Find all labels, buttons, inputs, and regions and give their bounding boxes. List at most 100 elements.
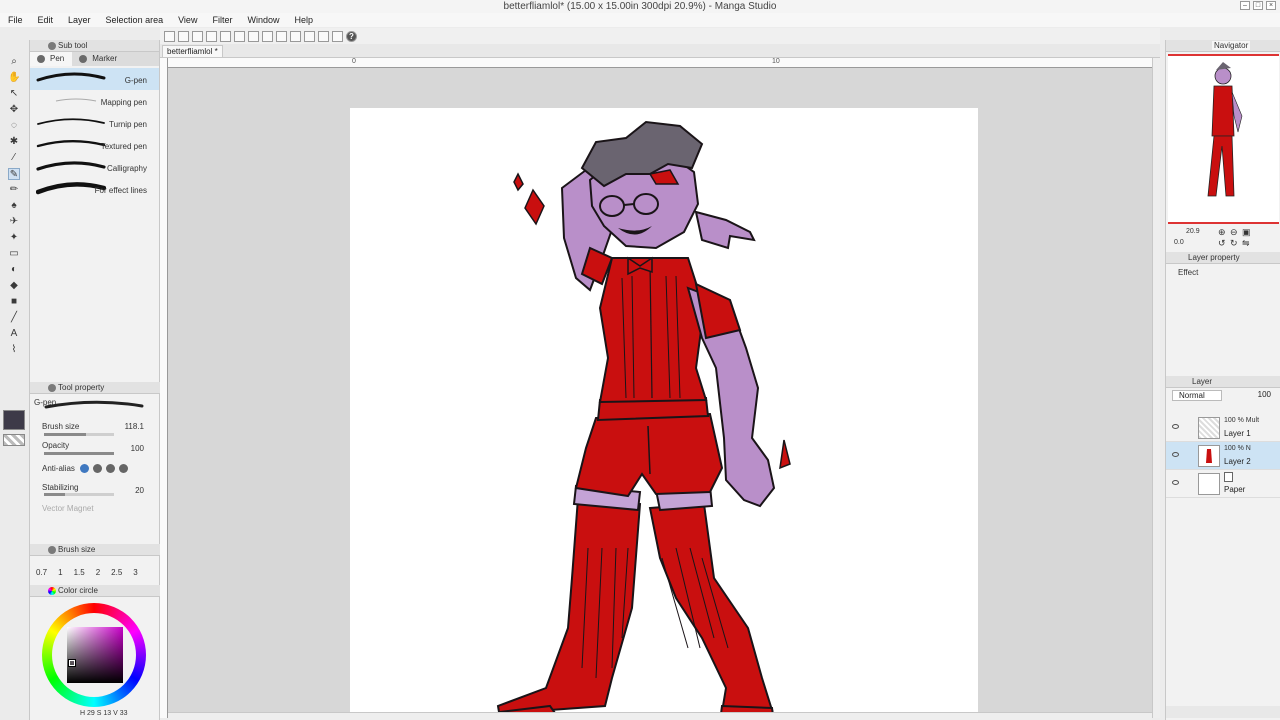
brush-tool-icon[interactable]: ♠ [8, 200, 20, 212]
undo-icon[interactable] [248, 30, 259, 42]
document-tab[interactable]: betterfliamlol * [162, 45, 223, 57]
clear-icon[interactable] [290, 30, 301, 42]
antialias-none-icon[interactable] [80, 464, 89, 473]
menu-edit[interactable]: Edit [38, 15, 54, 25]
main-color-swatch[interactable] [3, 410, 25, 430]
close-icon[interactable]: × [1266, 1, 1276, 10]
antialias-medium-icon[interactable] [106, 464, 115, 473]
visibility-eye-icon[interactable] [1172, 452, 1179, 457]
menu-layer[interactable]: Layer [68, 15, 91, 25]
paste-icon[interactable] [220, 30, 231, 42]
print-icon[interactable] [234, 30, 245, 42]
save-icon[interactable] [192, 30, 203, 42]
transparent-color-swatch[interactable] [3, 434, 25, 446]
stabilizing-value[interactable]: 20 [135, 486, 144, 495]
rotate-right-icon[interactable]: ↻ [1230, 238, 1238, 249]
visibility-eye-icon[interactable] [1172, 424, 1179, 429]
lasso-tool-icon[interactable]: ◌ [8, 120, 20, 132]
crop-icon[interactable] [304, 30, 315, 42]
vector-magnet-label[interactable]: Vector Magnet [42, 504, 94, 513]
eraser-tool-icon[interactable]: ▭ [8, 248, 20, 260]
brush-item-effect-lines[interactable]: For effect lines [30, 178, 159, 200]
correct-line-tool-icon[interactable]: ⌇ [8, 344, 20, 356]
antialias-weak-icon[interactable] [93, 464, 102, 473]
magic-wand-icon[interactable]: ✱ [8, 136, 20, 148]
copy-icon[interactable] [206, 30, 217, 42]
zoom-level[interactable]: 20.9 [1186, 228, 1200, 235]
layer-row-layer-2[interactable]: 100 % N Layer 2 [1166, 442, 1280, 470]
pencil-tool-icon[interactable]: ✏ [8, 184, 20, 196]
menu-view[interactable]: View [178, 15, 197, 25]
brush-preset[interactable]: 2.5 [111, 568, 122, 577]
brush-size-value[interactable]: 118.1 [125, 422, 144, 431]
zoom-tool-icon[interactable]: ⌕ [8, 56, 20, 68]
brush-item-calligraphy[interactable]: Calligraphy [30, 156, 159, 178]
redo-icon[interactable] [262, 30, 273, 42]
text-tool-icon[interactable]: A [8, 328, 20, 340]
hand-tool-icon[interactable]: ✋ [8, 72, 20, 84]
navigator-preview[interactable] [1168, 54, 1279, 224]
menu-selection-area[interactable]: Selection area [106, 15, 164, 25]
stabilizing-slider[interactable] [44, 493, 114, 496]
opacity-value[interactable]: 100 [131, 444, 144, 453]
tab-pen[interactable]: Pen [30, 52, 73, 66]
blend-mode-select[interactable]: Normal [1172, 390, 1222, 401]
color-picker-marker[interactable] [68, 659, 76, 667]
horizontal-scrollbar[interactable] [168, 712, 1152, 720]
decoration-tool-icon[interactable]: ✦ [8, 232, 20, 244]
navigator-title[interactable]: Navigator [1212, 41, 1251, 50]
fill-tool-icon[interactable]: ◆ [8, 280, 20, 292]
canvas-workarea[interactable] [168, 68, 1152, 714]
brush-item-textured-pen[interactable]: Textured pen [30, 134, 159, 156]
flip-icon[interactable]: ⇋ [1242, 238, 1250, 249]
menu-filter[interactable]: Filter [212, 15, 232, 25]
rotation-angle[interactable]: 0.0 [1174, 239, 1184, 246]
layer-row-paper[interactable]: Paper [1166, 470, 1280, 498]
ruler-label: 0 [352, 58, 356, 65]
antialias-options[interactable] [80, 464, 132, 475]
antialias-strong-icon[interactable] [119, 464, 128, 473]
rotate-left-icon[interactable]: ↺ [1218, 238, 1226, 249]
zoom-out-icon[interactable]: ⊖ [1230, 227, 1238, 238]
canvas-paper[interactable] [350, 108, 978, 714]
vertical-scrollbar[interactable] [1152, 58, 1160, 718]
gradient-tool-icon[interactable]: ■ [8, 296, 20, 308]
brush-preset[interactable]: 2 [96, 568, 100, 577]
brush-item-turnip-pen[interactable]: Turnip pen [30, 112, 159, 134]
saturation-value-square[interactable] [67, 627, 123, 683]
layer-row-layer-1[interactable]: 100 % Mult Layer 1 [1166, 414, 1280, 442]
new-file-icon[interactable] [164, 30, 175, 42]
fill-icon[interactable] [332, 30, 343, 42]
brush-preset[interactable]: 0.7 [36, 568, 47, 577]
brush-item-g-pen[interactable]: G-pen [30, 68, 159, 90]
opacity-slider[interactable] [44, 452, 114, 455]
eyedropper-icon[interactable]: ⁄ [8, 152, 20, 164]
menu-window[interactable]: Window [247, 15, 279, 25]
pen-tool-icon[interactable]: ✎ [8, 168, 20, 180]
fit-icon[interactable]: ▣ [1242, 227, 1251, 238]
snap-icon[interactable] [318, 30, 329, 42]
open-file-icon[interactable] [178, 30, 189, 42]
transform-icon[interactable] [276, 30, 287, 42]
blend-tool-icon[interactable]: ◐ [8, 264, 20, 276]
menu-help[interactable]: Help [294, 15, 313, 25]
airbrush-tool-icon[interactable]: ✈ [8, 216, 20, 228]
zoom-in-icon[interactable]: ⊕ [1218, 227, 1226, 238]
brush-preset[interactable]: 3 [133, 568, 137, 577]
figure-tool-icon[interactable]: ╱ [8, 312, 20, 324]
menu-file[interactable]: File [8, 15, 23, 25]
brush-size-slider[interactable] [44, 433, 114, 436]
brush-preset[interactable]: 1.5 [74, 568, 85, 577]
move-tool-icon[interactable]: ✥ [8, 104, 20, 116]
window-title: betterfliamlol* (15.00 x 15.00in 300dpi … [503, 1, 777, 12]
minimize-icon[interactable]: – [1240, 1, 1250, 10]
brush-item-mapping-pen[interactable]: Mapping pen [30, 90, 159, 112]
layer-opacity-value[interactable]: 100 [1258, 390, 1271, 399]
visibility-eye-icon[interactable] [1172, 480, 1179, 485]
maximize-icon[interactable]: □ [1253, 1, 1263, 10]
layer-property-header: Layer property [1166, 252, 1280, 264]
help-icon[interactable]: ? [346, 30, 357, 42]
tab-marker[interactable]: Marker [72, 52, 125, 66]
operation-tool-icon[interactable]: ↖ [8, 88, 20, 100]
brush-preset[interactable]: 1 [58, 568, 62, 577]
